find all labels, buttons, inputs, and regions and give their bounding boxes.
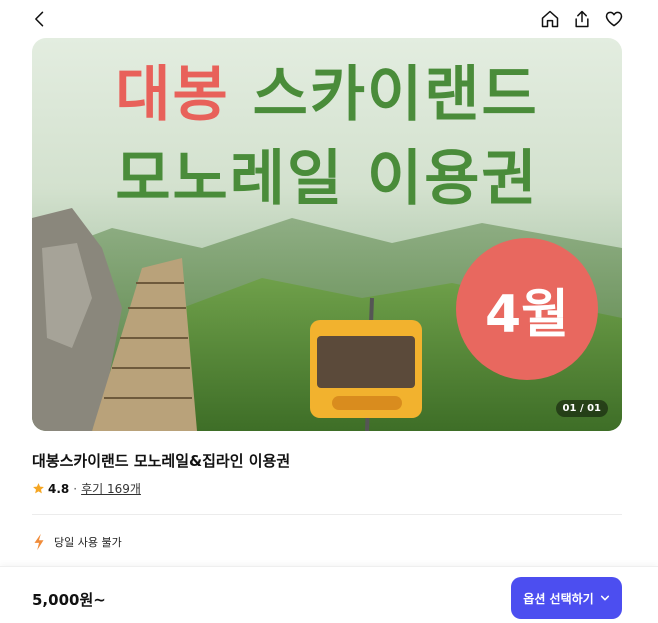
rating-separator: ·	[73, 481, 78, 496]
hero-title-highlight: 대봉	[115, 60, 230, 130]
usage-notice-text: 당일 사용 불가	[54, 536, 122, 549]
section-divider	[32, 514, 622, 515]
slide-counter: 01 / 01	[555, 400, 608, 417]
bottom-purchase-bar: 5,000원~ 옵션 선택하기	[0, 566, 658, 623]
share-button[interactable]	[571, 8, 593, 30]
price-label: 5,000원~	[32, 591, 106, 609]
select-option-button[interactable]: 옵션 선택하기	[511, 577, 622, 619]
wishlist-button[interactable]	[603, 8, 625, 30]
heart-icon	[605, 11, 623, 27]
top-nav-bar	[0, 0, 658, 38]
hero-title-main: 스카이랜드	[229, 60, 539, 130]
rating-row: 4.8 · 후기 169개	[32, 480, 141, 497]
select-option-label: 옵션 선택하기	[523, 591, 594, 606]
product-detail-page: 대봉 스카이랜드 모노레일 이용권 4월 01 / 01 대봉스카이랜드 모노레…	[0, 0, 658, 623]
reviews-link[interactable]: 후기 169개	[81, 480, 141, 497]
hero-title-line2: 모노레일 이용권	[115, 144, 539, 214]
hero-title-line1: 대봉 스카이랜드	[32, 60, 622, 130]
rating-value: 4.8	[48, 481, 70, 496]
chevron-down-icon	[600, 595, 609, 601]
home-icon	[541, 10, 559, 28]
usage-notice: 당일 사용 불가	[32, 533, 122, 551]
lightning-icon	[34, 533, 44, 551]
month-badge: 4월	[456, 238, 598, 380]
chevron-left-icon	[35, 11, 44, 27]
product-title: 대봉스카이랜드 모노레일&집라인 이용권	[32, 452, 291, 470]
back-button[interactable]	[29, 8, 51, 30]
hero-banner-image[interactable]: 대봉 스카이랜드 모노레일 이용권 4월 01 / 01	[32, 38, 622, 431]
star-icon	[33, 483, 44, 494]
share-icon	[575, 10, 589, 28]
home-button[interactable]	[539, 8, 561, 30]
